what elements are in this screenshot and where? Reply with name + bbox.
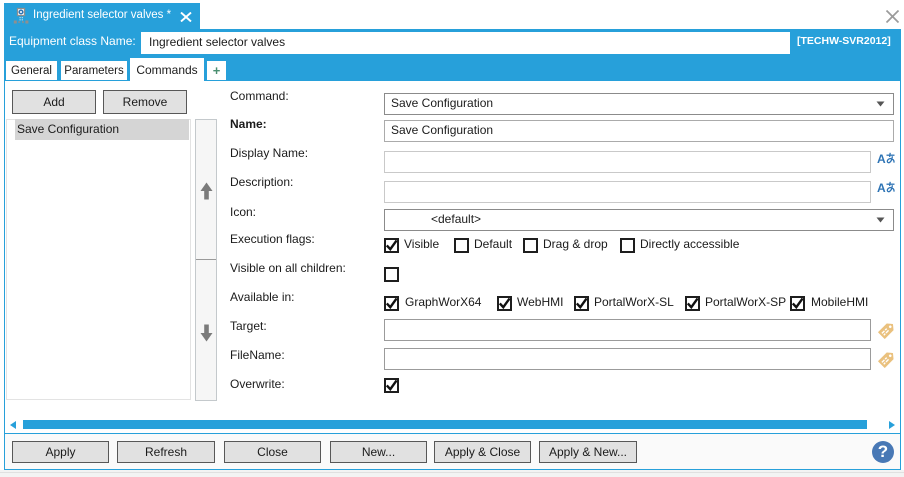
svg-text:A: A <box>877 181 886 194</box>
svg-text:A: A <box>877 152 886 165</box>
